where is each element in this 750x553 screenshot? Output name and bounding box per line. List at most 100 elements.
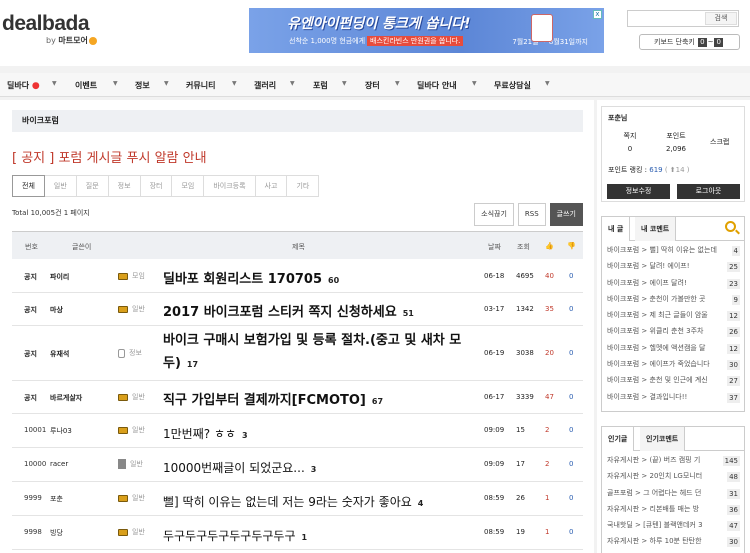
col-date[interactable]: 날짜 (488, 242, 501, 252)
nav-item-community[interactable]: 커뮤니티 (186, 80, 215, 91)
message-label[interactable]: 쪽지 (616, 131, 644, 141)
site-logo[interactable]: dealbada (2, 12, 90, 36)
search-button[interactable]: 검색 (705, 12, 737, 25)
nav-item-consult[interactable]: 무료상담실 (494, 80, 531, 91)
tab-my-comments[interactable]: 내 코멘트 (635, 217, 677, 241)
post-author[interactable]: 마상 (50, 305, 63, 315)
list-item[interactable]: 바이크포럼 > 뻘] 딱히 이유는 없는데 4 (607, 245, 740, 261)
tab-my-posts[interactable]: 내 글 (602, 217, 631, 241)
chevron-down-icon[interactable]: ▼ (52, 80, 57, 87)
list-item-title[interactable]: 자유게시판 > (끝) 버즈 캠핑 기 (607, 455, 721, 465)
list-item[interactable]: 골프포럼 > 그 어렵다는 헤드 던 31 (607, 488, 740, 504)
list-item[interactable]: 자유게시판 > 20인치 LG모니터 48 (607, 471, 740, 487)
post-author[interactable]: 빙당 (50, 528, 63, 538)
table-row[interactable]: 10000 racer 일반 10000번째글이 되었군요... 3 09:09 17 2 0 (12, 448, 583, 482)
post-title-text[interactable]: 10000번째글이 되었군요... (163, 461, 305, 475)
comment-count[interactable]: 17 (187, 360, 198, 369)
list-item-title[interactable]: 국내핫딜 > [큐텐] 블랙앤데커 3 (607, 520, 721, 530)
list-item[interactable]: 바이크포럼 > 춘천이 가볼만한 곳 9 (607, 294, 740, 310)
table-row[interactable]: 9998 빙당 일반 두구두구두구두구두구두구 1 08:59 19 1 0 (12, 516, 583, 550)
post-title-text[interactable]: 2017 바이크포럼 스티커 쪽지 신청하세요 (163, 305, 397, 320)
chevron-down-icon[interactable]: ▼ (472, 80, 477, 87)
post-author[interactable]: racer (50, 460, 68, 468)
close-icon[interactable]: x (593, 10, 602, 19)
list-item[interactable]: 바이크포럼 > 에이프가 죽었습니다 30 (607, 359, 740, 375)
list-item-title[interactable]: 자유게시판 > 하루 10분 탄탄한 (607, 536, 721, 546)
list-item-title[interactable]: 바이크포럼 > 결과입니다!! (607, 392, 721, 402)
list-item-title[interactable]: 바이크포럼 > 에이프 달려! (607, 278, 721, 288)
thumbs-up-icon[interactable]: 👍 (545, 242, 554, 250)
rss-button[interactable]: RSS (517, 203, 546, 226)
post-author[interactable]: 유재석 (50, 349, 69, 359)
list-item[interactable]: 바이크포럼 > 헬멧에 액션캠을 달 12 (607, 343, 740, 359)
comment-count[interactable]: 1 (301, 533, 307, 542)
table-row[interactable]: 9999 포춘 일반 뻘] 딱히 이유는 없는데 저는 9라는 숫자가 좋아요 4 08:… (12, 482, 583, 516)
list-item-title[interactable]: 바이크포럼 > 에이프가 죽었습니다 (607, 359, 721, 369)
nav-item-market[interactable]: 장터 (365, 80, 380, 91)
chevron-down-icon[interactable]: ▼ (164, 80, 169, 87)
post-title[interactable]: 10000번째글이 되었군요... 3 (163, 457, 473, 481)
notice-title-link[interactable]: [ 공지 ] 포럼 게시글 푸시 알람 안내 (12, 147, 207, 166)
tab-bike-register[interactable]: 바이크등록 (203, 175, 256, 197)
post-author[interactable]: 포춘 (50, 494, 63, 504)
point-rank[interactable]: 포인트 랭킹 : 619 ( ⬆14 ) (608, 165, 690, 175)
list-item[interactable]: 바이크포럼 > 결과입니다!! 37 (607, 392, 740, 408)
list-item-title[interactable]: 바이크포럼 > 헬멧에 액션캠을 달 (607, 343, 721, 353)
post-title[interactable]: 직구 가입부터 결제까지[FCMOTO] 67 (163, 390, 473, 413)
comment-count[interactable]: 60 (328, 276, 339, 285)
table-row[interactable]: 공지 유재석 정보 바이크 구매시 보험가입 및 등록 절차.(중고 및 새차 모두)… (12, 326, 583, 381)
comment-count[interactable]: 51 (403, 309, 414, 318)
chevron-down-icon[interactable]: ▼ (290, 80, 295, 87)
comment-count[interactable]: 4 (418, 499, 424, 508)
tab-accident[interactable]: 사고 (254, 175, 288, 197)
post-title-text[interactable]: 직구 가입부터 결제까지[FCMOTO] (163, 393, 366, 408)
write-button[interactable]: 글쓰기 (549, 203, 583, 226)
nav-item-info[interactable]: 정보 (135, 80, 150, 91)
chevron-down-icon[interactable]: ▼ (342, 80, 347, 87)
list-item-title[interactable]: 자유게시판 > 리본배틀 매는 방 (607, 504, 721, 514)
table-row[interactable]: 공지 파이리 모임 딜바포 회원리스트 170705 60 06-18 4695 40 0 (12, 260, 583, 293)
tab-etc[interactable]: 기타 (286, 175, 320, 197)
col-views[interactable]: 조회 (517, 242, 530, 252)
list-item-title[interactable]: 바이크포럼 > 춘천 및 인근에 계신 (607, 375, 721, 385)
chevron-down-icon[interactable]: ▼ (113, 80, 118, 87)
post-title-text[interactable]: 뻘] 딱히 이유는 없는데 저는 9라는 숫자가 좋아요 (163, 495, 412, 509)
post-title-text[interactable]: 딜바포 회원리스트 170705 (163, 272, 322, 287)
tab-all[interactable]: 전체 (12, 175, 45, 197)
list-item[interactable]: 자유게시판 > 하루 10분 탄탄한 30 (607, 536, 740, 552)
list-item[interactable]: 바이크포럼 > 에이프 달려! 23 (607, 278, 740, 294)
nav-item-forum[interactable]: 포럼 (313, 80, 328, 91)
tab-market[interactable]: 장터 (139, 175, 173, 197)
list-item-title[interactable]: 바이크포럼 > 춘천이 가볼만한 곳 (607, 294, 721, 304)
nav-item-gallery[interactable]: 갤러리 (254, 80, 276, 91)
comment-count[interactable]: 3 (311, 465, 317, 474)
table-row[interactable]: 공지 바르게살자 일반 직구 가입부터 결제까지[FCMOTO] 67 06-17 3339… (12, 381, 583, 414)
post-title-text[interactable]: 1만번째? ㅎㅎ (163, 427, 236, 441)
table-row[interactable]: 공지 마상 일반 2017 바이크포럼 스티커 쪽지 신청하세요 51 03-17 1342… (12, 293, 583, 326)
tab-question[interactable]: 질문 (75, 175, 109, 197)
table-row[interactable]: 10001 루나03 일반 1만번째? ㅎㅎ 3 09:09 15 2 0 (12, 414, 583, 448)
tab-info[interactable]: 정보 (107, 175, 141, 197)
list-item-title[interactable]: 바이크포럼 > 제 최근 글들이 암울 (607, 310, 721, 320)
post-title-text[interactable]: 바이크 구매시 보험가입 및 등록 절차.(중고 및 새차 모두) (163, 333, 461, 371)
post-title-text[interactable]: 두구두구두구두구두구두구 (163, 529, 295, 543)
tab-hot-comments[interactable]: 인기코멘트 (640, 427, 686, 451)
list-item[interactable]: 국내핫딜 > [큐텐] 블랙앤데커 3 47 (607, 520, 740, 536)
list-item-title[interactable]: 자유게시판 > 20인치 LG모니터 (607, 471, 721, 481)
logout-button[interactable]: 로그아웃 (677, 184, 740, 199)
post-title[interactable]: 뻘] 딱히 이유는 없는데 저는 9라는 숫자가 좋아요 4 (163, 491, 473, 515)
magnifier-icon[interactable] (725, 221, 736, 232)
comment-count[interactable]: 3 (242, 431, 248, 440)
list-item-title[interactable]: 골프포럼 > 그 어렵다는 헤드 던 (607, 488, 721, 498)
list-item[interactable]: 바이크포럼 > 달려! 에이프! 25 (607, 261, 740, 277)
tab-meetup[interactable]: 모임 (171, 175, 205, 197)
chevron-down-icon[interactable]: ▼ (395, 80, 400, 87)
list-item[interactable]: 바이크포럼 > 위클리 춘천 3주차 26 (607, 326, 740, 342)
post-title[interactable]: 딜바포 회원리스트 170705 60 (163, 269, 473, 292)
list-item-title[interactable]: 바이크포럼 > 달려! 에이프! (607, 261, 721, 271)
chevron-down-icon[interactable]: ▼ (545, 80, 550, 87)
nav-item-guide[interactable]: 딜바다 안내 (417, 80, 457, 91)
unsubscribe-button[interactable]: 소식끊기 (474, 203, 514, 226)
post-author[interactable]: 파이리 (50, 272, 69, 282)
breadcrumb[interactable]: 바이크포럼 (12, 110, 583, 132)
